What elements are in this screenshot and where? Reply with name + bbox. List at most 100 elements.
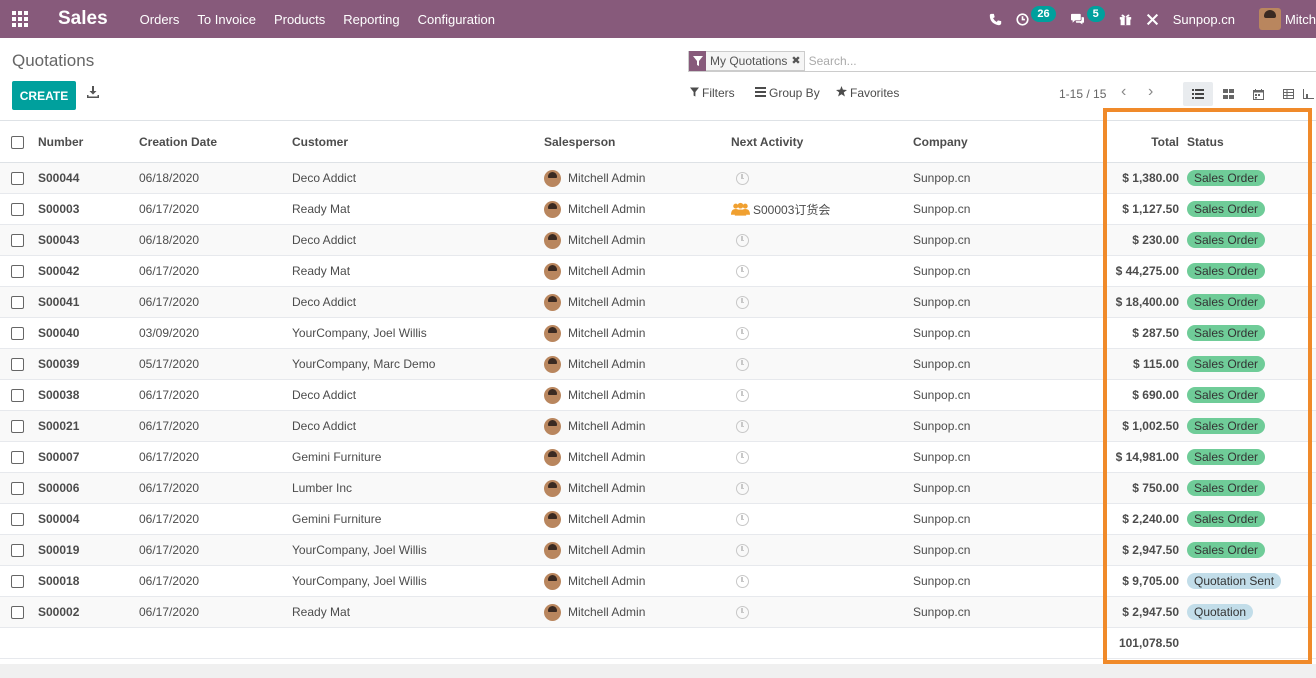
next-activity-cell[interactable]	[731, 565, 913, 597]
status-cell[interactable]: Sales Order	[1179, 410, 1316, 442]
table-row[interactable]: S00040 03/09/2020 YourCompany, Joel Willis…	[0, 317, 1316, 349]
order-total[interactable]: $ 14,981.00	[1103, 441, 1179, 473]
status-cell[interactable]: Sales Order	[1179, 472, 1316, 504]
company-name[interactable]: Sunpop.cn	[913, 286, 1103, 318]
status-cell[interactable]: Sales Order	[1179, 441, 1316, 473]
calendar-view-icon[interactable]	[1243, 82, 1273, 106]
creation-date[interactable]: 06/17/2020	[139, 286, 292, 318]
creation-date[interactable]: 06/17/2020	[139, 441, 292, 473]
status-cell[interactable]: Sales Order	[1179, 193, 1316, 225]
company-name[interactable]: Sunpop.cn	[913, 410, 1103, 442]
company-name[interactable]: Sunpop.cn	[913, 162, 1103, 194]
table-row[interactable]: S00021 06/17/2020 Deco Addict Mitchell Admi…	[0, 410, 1316, 442]
order-total[interactable]: $ 2,240.00	[1103, 503, 1179, 535]
salesperson-cell[interactable]: Mitchell Admin	[544, 348, 731, 380]
company-name[interactable]: Sunpop.cn	[913, 472, 1103, 504]
activity-clock-icon[interactable]	[736, 234, 749, 248]
status-cell[interactable]: Sales Order	[1179, 348, 1316, 380]
company-name[interactable]: Sunpop.cn	[913, 503, 1103, 535]
company-name[interactable]: Sunpop.cn	[913, 317, 1103, 349]
salesperson-cell[interactable]: Mitchell Admin	[544, 286, 731, 318]
table-row[interactable]: S00041 06/17/2020 Deco Addict Mitchell Admi…	[0, 286, 1316, 318]
order-number[interactable]: S00002	[38, 596, 139, 628]
activity-clock-icon[interactable]	[736, 358, 749, 372]
next-activity-cell[interactable]	[731, 348, 913, 380]
creation-date[interactable]: 06/17/2020	[139, 410, 292, 442]
activity-clock-icon[interactable]	[736, 389, 749, 403]
creation-date[interactable]: 06/17/2020	[139, 565, 292, 597]
order-total[interactable]: $ 115.00	[1103, 348, 1179, 380]
pager-next-icon[interactable]: ›	[1148, 83, 1153, 101]
customer-name[interactable]: YourCompany, Joel Willis	[292, 317, 544, 349]
order-number[interactable]: S00021	[38, 410, 139, 442]
row-checkbox[interactable]	[0, 410, 38, 442]
menu-orders[interactable]: Orders	[140, 12, 180, 27]
table-row[interactable]: S00018 06/17/2020 YourCompany, Joel Willis…	[0, 565, 1316, 597]
next-activity-cell[interactable]	[731, 472, 913, 504]
creation-date[interactable]: 06/18/2020	[139, 162, 292, 194]
order-number[interactable]: S00041	[38, 286, 139, 318]
messages-icon[interactable]: 5	[1070, 6, 1105, 27]
table-row[interactable]: S00006 06/17/2020 Lumber Inc Mitchell Admin…	[0, 472, 1316, 504]
next-activity-cell[interactable]	[731, 503, 913, 535]
salesperson-cell[interactable]: Mitchell Admin	[544, 596, 731, 628]
activity-summary[interactable]: S00003订货会	[753, 201, 830, 218]
header-creation-date[interactable]: Creation Date	[139, 120, 292, 163]
list-view-icon[interactable]	[1183, 82, 1213, 106]
order-total[interactable]: $ 18,400.00	[1103, 286, 1179, 318]
menu-to-invoice[interactable]: To Invoice	[197, 12, 256, 27]
activity-clock-icon[interactable]	[736, 451, 749, 465]
order-number[interactable]: S00007	[38, 441, 139, 473]
salesperson-cell[interactable]: Mitchell Admin	[544, 255, 731, 287]
row-checkbox[interactable]	[0, 317, 38, 349]
activity-clock-icon[interactable]	[736, 513, 749, 527]
select-all-checkbox[interactable]	[0, 120, 38, 163]
table-row[interactable]: S00007 06/17/2020 Gemini Furniture Mitchell…	[0, 441, 1316, 473]
customer-name[interactable]: Ready Mat	[292, 596, 544, 628]
row-checkbox[interactable]	[0, 441, 38, 473]
order-number[interactable]: S00038	[38, 379, 139, 411]
download-icon[interactable]	[87, 86, 101, 100]
app-name[interactable]: Sales	[58, 8, 108, 30]
phone-icon[interactable]	[989, 13, 1002, 26]
order-number[interactable]: S00043	[38, 224, 139, 256]
salesperson-cell[interactable]: Mitchell Admin	[544, 193, 731, 225]
salesperson-cell[interactable]: Mitchell Admin	[544, 534, 731, 566]
creation-date[interactable]: 06/17/2020	[139, 255, 292, 287]
favorites-button[interactable]: Favorites	[836, 86, 899, 100]
creation-date[interactable]: 06/17/2020	[139, 193, 292, 225]
activity-clock-icon[interactable]	[736, 544, 749, 558]
customer-name[interactable]: Deco Addict	[292, 379, 544, 411]
user-avatar[interactable]	[1258, 8, 1281, 30]
search-input[interactable]	[808, 53, 1209, 68]
order-total[interactable]: $ 1,380.00	[1103, 162, 1179, 194]
status-cell[interactable]: Sales Order	[1179, 534, 1316, 566]
order-total[interactable]: $ 750.00	[1103, 472, 1179, 504]
order-total[interactable]: $ 1,127.50	[1103, 193, 1179, 225]
creation-date[interactable]: 06/17/2020	[139, 379, 292, 411]
order-number[interactable]: S00044	[38, 162, 139, 194]
next-activity-cell[interactable]	[731, 379, 913, 411]
pivot-view-icon[interactable]	[1273, 82, 1303, 106]
facet-remove-icon[interactable]: ✖	[791, 54, 803, 67]
next-activity-cell[interactable]: S00003订货会	[731, 193, 913, 225]
customer-name[interactable]: Deco Addict	[292, 224, 544, 256]
salesperson-cell[interactable]: Mitchell Admin	[544, 441, 731, 473]
order-number[interactable]: S00019	[38, 534, 139, 566]
status-cell[interactable]: Sales Order	[1179, 503, 1316, 535]
header-company[interactable]: Company	[913, 120, 1103, 163]
gift-icon[interactable]	[1119, 13, 1132, 26]
salesperson-cell[interactable]: Mitchell Admin	[544, 224, 731, 256]
row-checkbox[interactable]	[0, 379, 38, 411]
menu-products[interactable]: Products	[274, 12, 325, 27]
group-by-button[interactable]: Group By	[755, 86, 820, 100]
company-switcher[interactable]: Sunpop.cn	[1173, 12, 1235, 27]
apps-menu-icon[interactable]	[0, 0, 40, 38]
next-activity-cell[interactable]	[731, 162, 913, 194]
company-name[interactable]: Sunpop.cn	[913, 379, 1103, 411]
status-cell[interactable]: Quotation Sent	[1179, 565, 1316, 597]
next-activity-cell[interactable]	[731, 534, 913, 566]
company-name[interactable]: Sunpop.cn	[913, 596, 1103, 628]
row-checkbox[interactable]	[0, 503, 38, 535]
create-button[interactable]: CREATE	[12, 81, 76, 110]
